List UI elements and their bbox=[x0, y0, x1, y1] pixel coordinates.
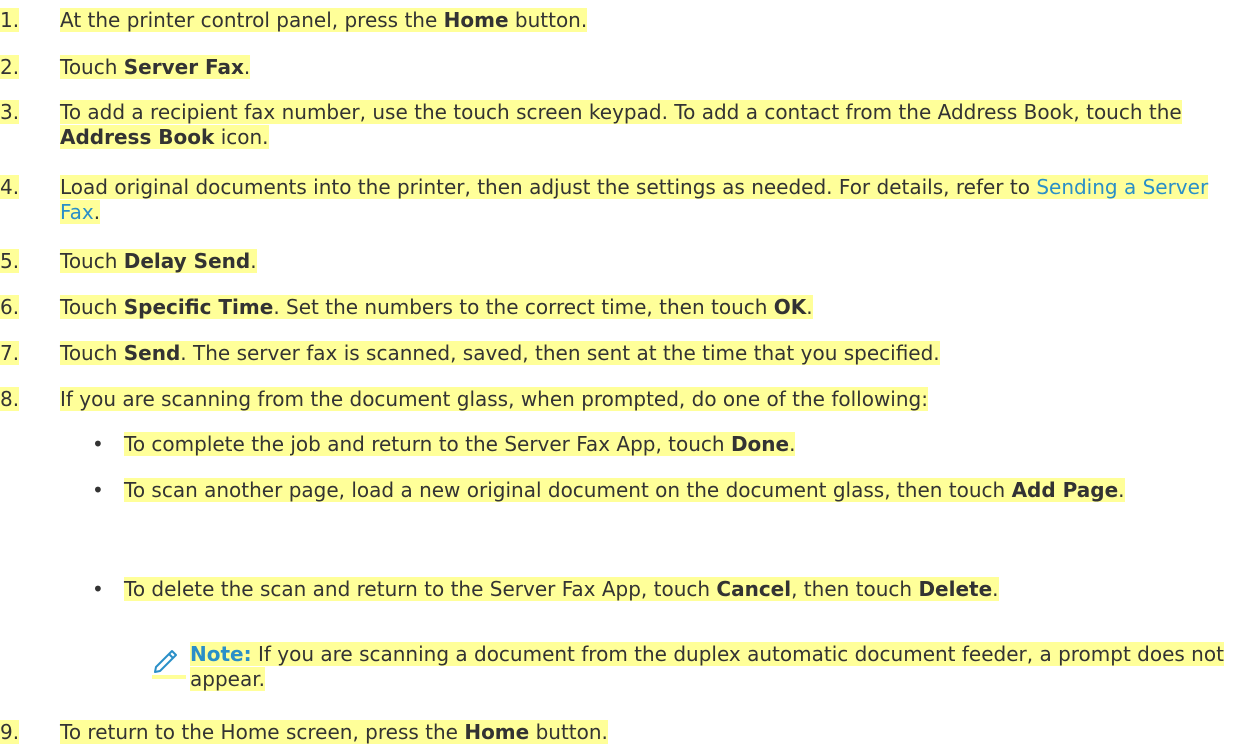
text-run: . Set the numbers to the correct time, t… bbox=[273, 295, 774, 319]
ui-term: Done bbox=[730, 432, 790, 456]
step-text: Touch Send. The server fax is scanned, s… bbox=[60, 341, 1234, 366]
text-run: . bbox=[93, 200, 101, 224]
ui-term: Cancel bbox=[716, 577, 792, 601]
ui-term: OK bbox=[773, 295, 807, 319]
pencil-icon bbox=[146, 639, 186, 679]
text-run: Touch bbox=[60, 249, 124, 273]
bullet-text: To complete the job and return to the Se… bbox=[124, 432, 1234, 457]
ui-term: Delete bbox=[918, 577, 993, 601]
text-run: To delete the scan and return to the Ser… bbox=[124, 577, 717, 601]
text-run: button. bbox=[529, 720, 608, 744]
step-number: 9. bbox=[0, 720, 20, 744]
note-text: Note: If you are scanning a document fro… bbox=[190, 642, 1234, 692]
text-run: At the printer control panel, press the bbox=[60, 8, 444, 32]
text-run: If you are scanning from the document gl… bbox=[60, 387, 928, 411]
ui-term: Address Book bbox=[60, 125, 215, 149]
bullet-text: To delete the scan and return to the Ser… bbox=[124, 577, 1234, 602]
bullet-dot: • bbox=[92, 478, 104, 502]
step-number: 1. bbox=[0, 8, 20, 32]
text-run: Touch bbox=[60, 295, 124, 319]
text-run: . The server fax is scanned, saved, then… bbox=[180, 341, 940, 365]
step-number: 6. bbox=[0, 295, 20, 319]
text-run: icon. bbox=[214, 125, 269, 149]
step-number: 3. bbox=[0, 100, 20, 124]
text-run: . bbox=[806, 295, 813, 319]
bullet-dot: • bbox=[92, 432, 104, 456]
bullet-dot: • bbox=[92, 577, 104, 601]
ui-term: Server Fax bbox=[123, 55, 244, 79]
ui-term: Home bbox=[443, 8, 509, 32]
text-run: Touch bbox=[60, 341, 124, 365]
ui-term: Delay Send bbox=[123, 249, 251, 273]
step-number: 7. bbox=[0, 341, 20, 365]
text-run: To add a recipient fax number, use the t… bbox=[60, 100, 1182, 124]
step-text: Touch Server Fax. bbox=[60, 55, 1234, 80]
text-run: To scan another page, load a new origina… bbox=[124, 478, 1012, 502]
step-text: To add a recipient fax number, use the t… bbox=[60, 100, 1234, 150]
step-text: At the printer control panel, press the … bbox=[60, 8, 1234, 33]
ui-term: Home bbox=[464, 720, 530, 744]
text-run: . bbox=[243, 55, 251, 79]
text-run: . bbox=[1118, 478, 1125, 502]
text-run: Touch bbox=[60, 55, 124, 79]
text-run: , then touch bbox=[791, 577, 919, 601]
text-run: . bbox=[789, 432, 796, 456]
ui-term: Specific Time bbox=[123, 295, 274, 319]
ui-term: Add Page bbox=[1011, 478, 1119, 502]
step-text: Touch Specific Time. Set the numbers to … bbox=[60, 295, 1234, 320]
text-run: To return to the Home screen, press the bbox=[60, 720, 465, 744]
text-run: Load original documents into the printer… bbox=[60, 175, 1037, 199]
step-text: Load original documents into the printer… bbox=[60, 175, 1234, 225]
note-body: If you are scanning a document from the … bbox=[190, 642, 1224, 691]
step-text: To return to the Home screen, press the … bbox=[60, 720, 1234, 745]
step-text: Touch Delay Send. bbox=[60, 249, 1234, 274]
step-number: 4. bbox=[0, 175, 20, 199]
bullet-text: To scan another page, load a new origina… bbox=[124, 478, 1234, 503]
step-number: 2. bbox=[0, 55, 20, 79]
step-number: 8. bbox=[0, 387, 20, 411]
text-run: To complete the job and return to the Se… bbox=[124, 432, 731, 456]
ui-term: Send bbox=[123, 341, 181, 365]
text-run: . bbox=[250, 249, 257, 273]
text-run: . bbox=[992, 577, 999, 601]
text-run: button. bbox=[508, 8, 588, 32]
note-label: Note: bbox=[190, 642, 252, 666]
step-number: 5. bbox=[0, 249, 20, 273]
step-text: If you are scanning from the document gl… bbox=[60, 387, 1234, 412]
